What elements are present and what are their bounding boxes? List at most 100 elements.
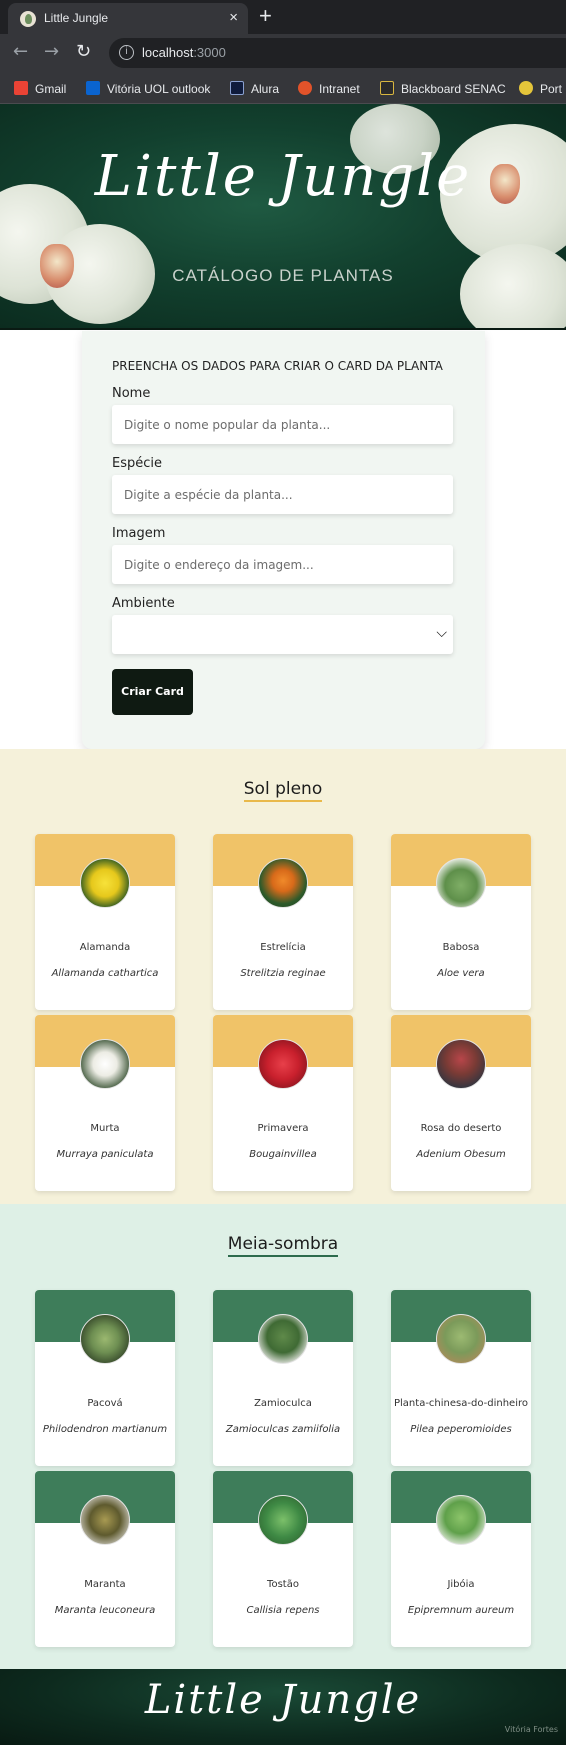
plant-name: Babosa: [442, 942, 480, 953]
browser-tab-strip: Little Jungle × +: [0, 0, 566, 34]
bookmark-label: Vitória UOL outlook: [107, 82, 211, 96]
plant-name: Primavera: [257, 1123, 309, 1134]
bird-of-paradise-icon: [258, 858, 308, 908]
species-label: Espécie: [112, 456, 162, 471]
plant-species: Aloe vera: [437, 968, 485, 979]
bookmark-label: Gmail: [35, 82, 67, 96]
bookmark-gmail[interactable]: Gmail: [14, 81, 66, 97]
plant-card: Murta Murraya paniculata: [35, 1015, 175, 1191]
site-subtitle: CATÁLOGO DE PLANTAS: [172, 266, 394, 285]
callisia-icon: [258, 1495, 308, 1545]
white-flower-icon: [80, 1039, 130, 1089]
bookmark-label: Blackboard SENAC: [401, 82, 506, 96]
forward-arrow-icon[interactable]: →: [44, 42, 59, 62]
plant-name: Zamioculca: [254, 1398, 312, 1409]
zz-plant-icon: [258, 1314, 308, 1364]
url-host: localhost: [142, 45, 194, 60]
plant-name: Tostão: [267, 1579, 299, 1590]
plant-species: Strelitzia reginae: [240, 968, 326, 979]
plant-card: Alamanda Allamanda cathartica: [35, 834, 175, 1010]
plant-species: Epipremnum aureum: [407, 1605, 515, 1616]
plant-card: Tostão Callisia repens: [213, 1471, 353, 1647]
pilea-icon: [436, 1314, 486, 1364]
site-info-icon[interactable]: i: [119, 45, 134, 60]
plant-card: Babosa Aloe vera: [391, 834, 531, 1010]
tab-title: Little Jungle: [44, 11, 109, 25]
create-card-button[interactable]: Criar Card: [112, 669, 193, 715]
environment-label: Ambiente: [112, 596, 175, 611]
page-header: Little Jungle CATÁLOGO DE PLANTAS: [0, 104, 566, 330]
plant-card: Primavera Bougainvillea: [213, 1015, 353, 1191]
portal-icon: [519, 81, 533, 95]
close-tab-icon[interactable]: ×: [229, 9, 238, 26]
back-arrow-icon[interactable]: ←: [13, 42, 28, 62]
address-bar[interactable]: i localhost:3000: [109, 38, 566, 68]
plant-species: Callisia repens: [246, 1605, 320, 1616]
section-title: Sol pleno: [0, 779, 566, 802]
plant-name: Murta: [90, 1123, 120, 1134]
bookmark-intranet[interactable]: Intranet: [298, 81, 360, 97]
alura-icon: [230, 81, 244, 95]
plant-species: Zamioculcas zamiifolia: [225, 1424, 341, 1435]
plant-name: Jibóia: [447, 1579, 475, 1590]
footer-logo: Little Jungle: [144, 1677, 422, 1723]
plant-name: Pacová: [87, 1398, 123, 1409]
red-flower-icon: [258, 1039, 308, 1089]
environment-select[interactable]: ⌵: [112, 615, 453, 654]
gmail-icon: [14, 81, 28, 95]
intranet-icon: [298, 81, 312, 95]
image-label: Imagem: [112, 526, 166, 541]
plant-species: Bougainvillea: [249, 1149, 317, 1160]
reload-icon[interactable]: ↻: [76, 42, 91, 62]
section-title: Meia-sombra: [0, 1234, 566, 1257]
section-title-text: Sol pleno: [243, 779, 323, 802]
leaf-plant-icon: [80, 1314, 130, 1364]
name-label: Nome: [112, 386, 151, 401]
plant-name: Alamanda: [79, 942, 131, 953]
new-tab-button[interactable]: +: [259, 4, 272, 28]
species-input[interactable]: [112, 475, 453, 514]
bookmark-label: Alura: [251, 82, 280, 96]
plant-name: Rosa do deserto: [420, 1123, 502, 1134]
plant-card: Jibóia Epipremnum aureum: [391, 1471, 531, 1647]
browser-tab[interactable]: Little Jungle ×: [8, 3, 248, 34]
plant-card: Rosa do deserto Adenium Obesum: [391, 1015, 531, 1191]
yellow-flower-icon: [80, 858, 130, 908]
section-full-sun: Sol pleno Alamanda Allamanda cathartica …: [0, 749, 566, 1204]
chevron-down-icon: ⌵: [436, 625, 447, 641]
plant-card: Estrelícia Strelitzia reginae: [213, 834, 353, 1010]
aloe-icon: [436, 858, 486, 908]
bookmark-label: Port: [540, 82, 563, 96]
plant-name: Maranta: [84, 1579, 126, 1590]
bookmark-alura[interactable]: Alura: [230, 81, 279, 97]
form-title: PREENCHA OS DADOS PARA CRIAR O CARD DA P…: [112, 359, 443, 373]
section-partial-shade: Meia-sombra Pacová Philodendron martianu…: [0, 1204, 566, 1669]
plant-name: Planta-chinesa-do-dinheiro: [394, 1398, 528, 1409]
browser-toolbar: ← → ↻ i localhost:3000: [0, 34, 566, 72]
plant-card: Zamioculca Zamioculcas zamiifolia: [213, 1290, 353, 1466]
section-title-text: Meia-sombra: [227, 1234, 339, 1257]
image-url-input[interactable]: [112, 545, 453, 584]
page-footer: Little Jungle Vitória Fortes: [0, 1669, 566, 1745]
plant-card: Pacová Philodendron martianum: [35, 1290, 175, 1466]
plant-species: Adenium Obesum: [416, 1149, 506, 1160]
plant-species: Philodendron martianum: [42, 1424, 168, 1435]
plant-species: Allamanda cathartica: [51, 968, 159, 979]
url-text: localhost:3000: [142, 45, 226, 60]
bookmark-blackboard[interactable]: Blackboard SENAC: [380, 81, 506, 97]
footer-credit: Vitória Fortes: [504, 1725, 558, 1734]
outlook-icon: [86, 81, 100, 95]
bookmarks-bar: Gmail Vitória UOL outlook Alura Intranet…: [0, 72, 566, 104]
plant-name: Estrelícia: [260, 942, 306, 953]
url-port: :3000: [193, 45, 226, 60]
bookmark-portal[interactable]: Port: [519, 81, 562, 97]
favicon-icon: [20, 11, 36, 27]
plant-species: Murraya paniculata: [56, 1149, 154, 1160]
blackboard-icon: [380, 81, 394, 95]
bookmark-outlook[interactable]: Vitória UOL outlook: [86, 81, 210, 97]
name-input[interactable]: [112, 405, 453, 444]
site-logo: Little Jungle: [94, 144, 472, 209]
plant-species: Maranta leuconeura: [54, 1605, 156, 1616]
desert-rose-icon: [436, 1039, 486, 1089]
create-card-form: PREENCHA OS DADOS PARA CRIAR O CARD DA P…: [82, 331, 485, 749]
